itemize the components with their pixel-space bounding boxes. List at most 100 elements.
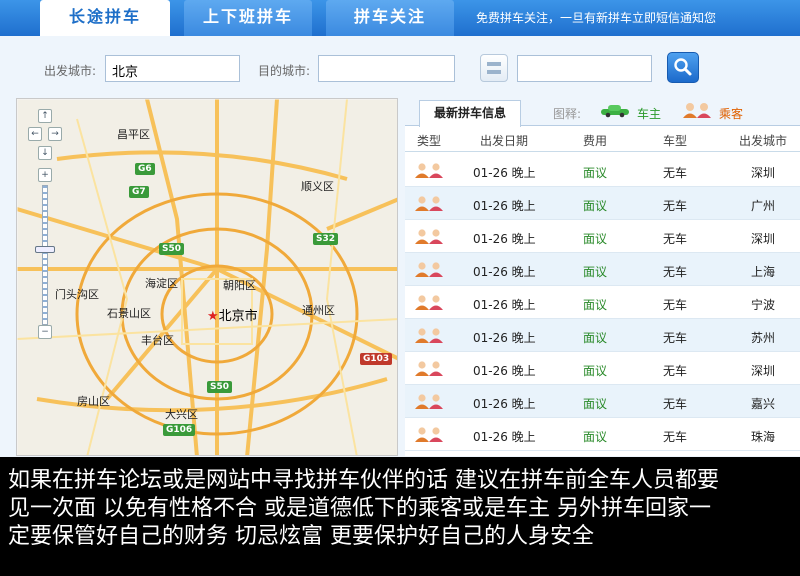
zoom-out-button[interactable]: − [38,325,52,339]
road-shield-g7: G7 [129,186,149,198]
passenger-icon [415,328,443,343]
pan-right-button[interactable]: → [48,127,62,141]
star-icon: ★ [207,309,219,324]
row-date: 01-26 晚上 [473,232,536,246]
road-shield-s32: S32 [313,233,339,245]
legend-passenger: 乘客 [719,107,744,121]
row-car: 无车 [663,199,688,213]
col-price: 费用 [583,134,608,148]
tab-follow[interactable]: 拼车关注 [326,0,454,36]
row-city: 嘉兴 [751,397,776,411]
row-date: 01-26 晚上 [473,331,536,345]
row-car: 无车 [663,265,688,279]
tab-commute[interactable]: 上下班拼车 [184,0,312,36]
pan-down-button[interactable]: ↓ [38,146,52,160]
row-price: 面议 [583,364,608,378]
row-city: 珠海 [751,430,776,444]
row-city: 苏州 [751,331,776,345]
row-car: 无车 [663,166,688,180]
zoom-slider-thumb[interactable] [35,246,55,253]
row-car: 无车 [663,331,688,345]
map-label-mentougou: 门头沟区 [55,288,99,301]
road-network [17,99,397,455]
row-date: 01-26 晚上 [473,199,536,213]
row-car: 无车 [663,430,688,444]
zoom-in-button[interactable]: + [38,168,52,182]
passenger-icon [415,427,443,442]
notice-text: 免费拼车关注，一旦有新拼车立即短信通知您 [476,11,717,25]
map-label-shunyi: 顺义区 [301,180,334,193]
road-shield-s50-north: S50 [159,243,185,255]
passenger-icon [415,361,443,376]
search-icon [674,58,692,76]
map-label-fengtai: 丰台区 [141,334,174,347]
table-row[interactable]: 01-26 晚上 面议 无车 深圳 [405,352,800,385]
row-price: 面议 [583,265,608,279]
pan-up-button[interactable]: ↑ [38,109,52,123]
row-date: 01-26 晚上 [473,397,536,411]
map-label-fangshan: 房山区 [77,395,110,408]
row-car: 无车 [663,364,688,378]
table-row[interactable]: 01-26 晚上 面议 无车 珠海 [405,418,800,451]
table-row[interactable]: 01-26 晚上 面议 无车 宁波 [405,286,800,319]
row-price: 面议 [583,166,608,180]
search-bar: 出发城市: 北京 目的城市: [0,36,800,98]
pan-left-button[interactable]: ← [28,127,42,141]
table-row[interactable]: 01-26 晚上 面议 无车 广州 [405,187,800,220]
map-label-haidian: 海淀区 [145,277,178,290]
table-header: 类型 出发日期 费用 车型 出发城市 [405,126,800,152]
car-icon [601,105,629,118]
to-city-label: 目的城市: [258,64,311,78]
row-car: 无车 [663,298,688,312]
from-city-input[interactable]: 北京 [105,55,240,82]
row-city: 深圳 [751,166,776,180]
map-label-shijingshan: 石景山区 [107,307,151,320]
row-price: 面议 [583,331,608,345]
row-date: 01-26 晚上 [473,430,536,444]
road-shield-g103: G103 [360,353,393,365]
col-car: 车型 [663,134,688,148]
map-view[interactable]: ↑ ← → ↓ + − 昌平区 顺义区 门头沟区 海淀区 朝阳区 ★北京市 石景… [16,98,398,456]
row-city: 广州 [751,199,776,213]
map-label-daxing: 大兴区 [165,408,198,421]
col-type: 类型 [417,134,442,148]
table-row[interactable]: 01-26 晚上 面议 无车 深圳 [405,220,800,253]
passenger-icon [415,394,443,409]
map-label-changping: 昌平区 [117,128,150,141]
passenger-icon [683,103,711,118]
to-city-input[interactable] [318,55,455,82]
legend-label: 图释: [553,107,582,121]
swap-icon [487,62,501,74]
row-city: 深圳 [751,232,776,246]
search-button[interactable] [667,52,699,83]
map-label-chaoyang: 朝阳区 [223,279,256,292]
tab-latest-carpool[interactable]: 最新拼车信息 [419,100,521,127]
row-city: 宁波 [751,298,776,312]
table-row[interactable]: 01-26 晚上 面议 无车 深圳 [405,154,800,187]
row-price: 面议 [583,298,608,312]
caption-line-2: 见一次面 以免有性格不合 或是道德低下的乘客或是车主 另外拼车回家一 [8,496,711,521]
row-price: 面议 [583,199,608,213]
row-car: 无车 [663,232,688,246]
tab-long-distance[interactable]: 长途拼车 [40,0,170,36]
row-date: 01-26 晚上 [473,298,536,312]
road-shield-g106: G106 [163,424,196,436]
zoom-slider[interactable] [42,185,48,325]
date-input[interactable] [517,55,652,82]
row-price: 面议 [583,232,608,246]
from-city-label: 出发城市: [44,64,97,78]
map-label-beijing: ★北京市 [207,309,258,324]
list-tabs: 最新拼车信息 图释: 车主 乘客 [405,98,800,127]
map-label-tongzhou: 通州区 [302,304,335,317]
row-city: 上海 [751,265,776,279]
caption-line-3: 定要保管好自己的财务 切忌炫富 更要保护好自己的人身安全 [8,524,594,549]
table-row[interactable]: 01-26 晚上 面议 无车 上海 [405,253,800,286]
table-row[interactable]: 01-26 晚上 面议 无车 苏州 [405,319,800,352]
row-city: 深圳 [751,364,776,378]
road-shield-s50-south: S50 [207,381,233,393]
row-price: 面议 [583,430,608,444]
caption-line-1: 如果在拼车论坛或是网站中寻找拼车伙伴的话 建议在拼车前全车人员都要 [8,468,719,493]
swap-cities-button[interactable] [480,54,508,82]
passenger-icon [415,229,443,244]
table-row[interactable]: 01-26 晚上 面议 无车 嘉兴 [405,385,800,418]
